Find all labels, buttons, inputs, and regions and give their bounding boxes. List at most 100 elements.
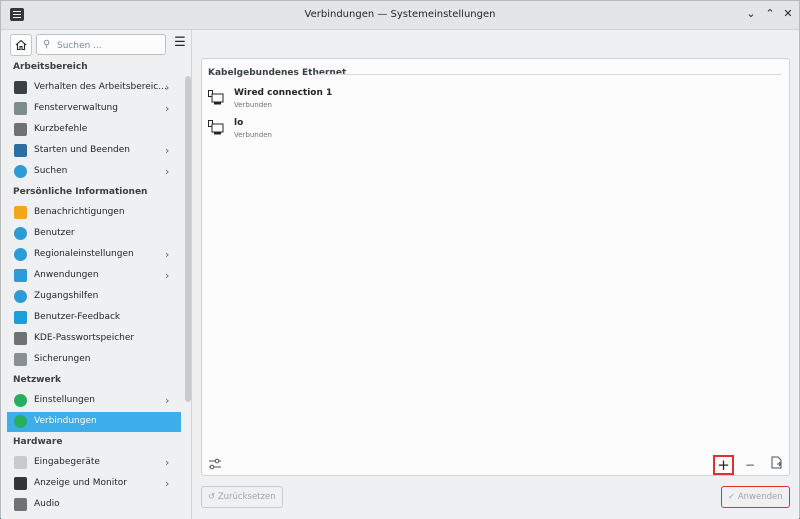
sidebar-search-field[interactable]: ⚲	[36, 34, 166, 55]
sidebar-item-regionaleinstellungen[interactable]: Regionaleinstellungen ›	[7, 245, 181, 265]
category-heading: Hardware	[13, 437, 63, 447]
home-button[interactable]	[10, 34, 32, 56]
sidebar-item-fensterverwaltung[interactable]: Fensterverwaltung ›	[7, 99, 181, 119]
sidebar-item-verhalten-des-arbeitsbereic[interactable]: Verhalten des Arbeitsbereic... ›	[7, 78, 181, 98]
sidebar-item-benutzer-feedback[interactable]: Benutzer-Feedback	[7, 308, 181, 328]
feedback-icon	[14, 311, 27, 324]
sidebar-item-benachrichtigungen[interactable]: Benachrichtigungen	[7, 203, 181, 223]
apply-button[interactable]: ✓ Anwenden	[721, 486, 790, 508]
sidebar-item-anwendungen[interactable]: Anwendungen ›	[7, 266, 181, 286]
sidebar-item-label: Eingabegeräte	[34, 457, 100, 467]
sidebar-item-kurzbefehle[interactable]: Kurzbefehle	[7, 120, 181, 140]
connections-page: ⚲ Kabelgebundenes Ethernet Wired connect…	[192, 30, 799, 519]
sidebar-item-label: Regionaleinstellungen	[34, 249, 134, 259]
home-icon	[15, 39, 27, 51]
sidebar-item-label: Kurzbefehle	[34, 124, 88, 134]
chevron-right-icon: ›	[165, 269, 170, 282]
check-icon: ✓	[728, 492, 736, 502]
accessibility-icon	[14, 290, 27, 303]
chevron-right-icon: ›	[165, 102, 170, 115]
connections-list-panel: Kabelgebundenes Ethernet Wired connectio…	[201, 58, 790, 476]
sidebar-item-label: Suchen	[34, 166, 68, 176]
chevron-right-icon: ›	[165, 477, 170, 490]
section-heading: Kabelgebundenes Ethernet	[208, 68, 347, 78]
export-connection-button[interactable]	[766, 456, 786, 474]
chevron-right-icon: ›	[165, 394, 170, 407]
sidebar-item-zugangshilfen[interactable]: Zugangshilfen	[7, 287, 181, 307]
hamburger-menu-button[interactable]: ☰	[173, 36, 187, 50]
sidebar-item-eingabegeräte[interactable]: Eingabegeräte ›	[7, 453, 181, 473]
sidebar-item-label: Fensterverwaltung	[34, 103, 118, 113]
window-management-icon	[14, 102, 27, 115]
sidebar-item-label: Benachrichtigungen	[34, 207, 125, 217]
bell-icon	[14, 206, 27, 219]
sidebar-item-benutzer[interactable]: Benutzer	[7, 224, 181, 244]
sidebar-item-label: Anzeige und Monitor	[34, 478, 127, 488]
sidebar-item-label: Benutzer	[34, 228, 75, 238]
category-heading: Persönliche Informationen	[13, 187, 148, 197]
category-heading: Netzwerk	[13, 375, 62, 385]
sidebar-item-kde-passwortspeicher[interactable]: KDE-Passwortspeicher	[7, 329, 181, 349]
network-globe-icon	[14, 394, 27, 407]
chevron-right-icon: ›	[165, 165, 170, 178]
reset-button-label: Zurücksetzen	[217, 492, 276, 502]
mouse-icon	[14, 456, 27, 469]
window-title: Verbindungen — Systemeinstellungen	[304, 9, 496, 20]
undo-icon: ↺	[208, 492, 216, 502]
add-connection-button[interactable]: +	[713, 455, 734, 475]
sidebar-item-label: KDE-Passwortspeicher	[34, 333, 135, 343]
sidebar-item-label: Audio	[34, 499, 60, 509]
sidebar-list: Arbeitsbereich Verhalten des Arbeitsberei…	[1, 59, 181, 519]
minimize-button[interactable]: ⌄	[744, 7, 758, 21]
connections-globe-icon	[14, 415, 27, 428]
connection-status: Verbunden	[234, 131, 272, 139]
close-button[interactable]: ✕	[781, 7, 795, 21]
title-bar[interactable]: Verbindungen — Systemeinstellungen ⌄ ⌃ ✕	[1, 1, 799, 30]
sidebar-item-label: Verbindungen	[34, 416, 97, 426]
sidebar-scrollbar[interactable]	[185, 76, 191, 402]
sidebar-search-input[interactable]	[55, 37, 163, 54]
reset-button[interactable]: ↺ Zurücksetzen	[201, 486, 283, 508]
monitor-icon	[14, 477, 27, 490]
regional-icon	[14, 248, 27, 261]
maximize-button[interactable]: ⌃	[763, 7, 777, 21]
chevron-right-icon: ›	[165, 144, 170, 157]
wallet-icon	[14, 332, 27, 345]
sidebar-item-audio[interactable]: Audio	[7, 495, 181, 515]
keyboard-icon	[14, 123, 27, 136]
sidebar-item-sicherungen[interactable]: Sicherungen	[7, 350, 181, 370]
wired-network-icon	[208, 120, 224, 135]
sliders-icon[interactable]	[205, 457, 225, 475]
sidebar-item-label: Zugangshilfen	[34, 291, 99, 301]
sidebar: ⚲ ☰ Arbeitsbereich Verhalten des Arbeitsb…	[1, 30, 192, 519]
sidebar-item-starten-und-beenden[interactable]: Starten und Beenden ›	[7, 141, 181, 161]
remove-connection-button[interactable]: −	[740, 456, 760, 474]
sidebar-item-label: Benutzer-Feedback	[34, 312, 121, 322]
sidebar-item-einstellungen[interactable]: Einstellungen ›	[7, 391, 181, 411]
connection-name: lo	[234, 118, 244, 128]
wired-network-icon	[208, 90, 224, 105]
section-divider	[316, 74, 781, 75]
sidebar-item-verbindungen[interactable]: Verbindungen	[7, 412, 181, 432]
apply-button-label: Anwenden	[737, 492, 783, 502]
startup-icon	[14, 144, 27, 157]
sidebar-item-label: Einstellungen	[34, 395, 96, 405]
search-icon	[14, 165, 27, 178]
sidebar-item-anzeige-und-monitor[interactable]: Anzeige und Monitor ›	[7, 474, 181, 494]
connection-status: Verbunden	[234, 101, 272, 109]
user-icon	[14, 227, 27, 240]
search-icon: ⚲	[43, 39, 51, 50]
chevron-right-icon: ›	[165, 248, 170, 261]
sidebar-item-label: Anwendungen	[34, 270, 99, 280]
settings-window: Verbindungen — Systemeinstellungen ⌄ ⌃ ✕…	[0, 0, 800, 519]
sidebar-item-label: Starten und Beenden	[34, 145, 130, 155]
workspace-behavior-icon	[14, 81, 27, 94]
connection-name: Wired connection 1	[234, 88, 333, 98]
audio-icon	[14, 498, 27, 511]
chevron-right-icon: ›	[165, 81, 170, 94]
category-heading: Arbeitsbereich	[13, 62, 88, 72]
backup-icon	[14, 353, 27, 366]
connection-item[interactable]: Wired connection 1 Verbunden	[208, 86, 508, 112]
sidebar-item-suchen[interactable]: Suchen ›	[7, 162, 181, 182]
connection-item[interactable]: lo Verbunden	[208, 116, 508, 142]
